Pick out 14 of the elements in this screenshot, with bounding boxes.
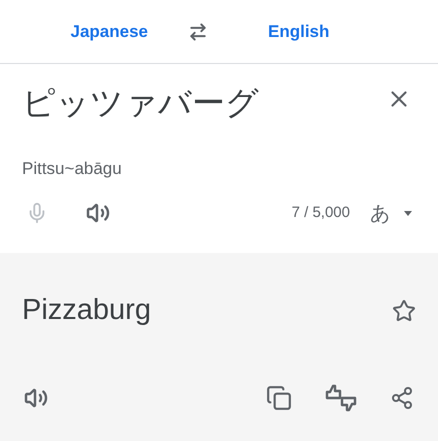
copy-icon[interactable] — [266, 384, 292, 410]
character-count: 7 / 5,000 — [292, 202, 350, 223]
source-text: ピッツァバーグ — [22, 82, 259, 124]
source-language-tab[interactable]: Japanese — [0, 18, 180, 44]
caret-icon — [404, 210, 412, 216]
feedback-icon[interactable] — [324, 382, 358, 412]
star-icon[interactable] — [392, 298, 416, 323]
share-icon[interactable] — [390, 386, 414, 410]
translated-text: Pizzaburg — [22, 293, 151, 328]
romanization-text: Pittsu~abāgu — [21, 158, 123, 180]
speaker-icon[interactable] — [86, 201, 110, 225]
swap-languages-icon[interactable] — [188, 22, 208, 42]
input-method-button[interactable]: あ — [370, 198, 412, 228]
target-language-tab[interactable]: English — [268, 18, 330, 44]
